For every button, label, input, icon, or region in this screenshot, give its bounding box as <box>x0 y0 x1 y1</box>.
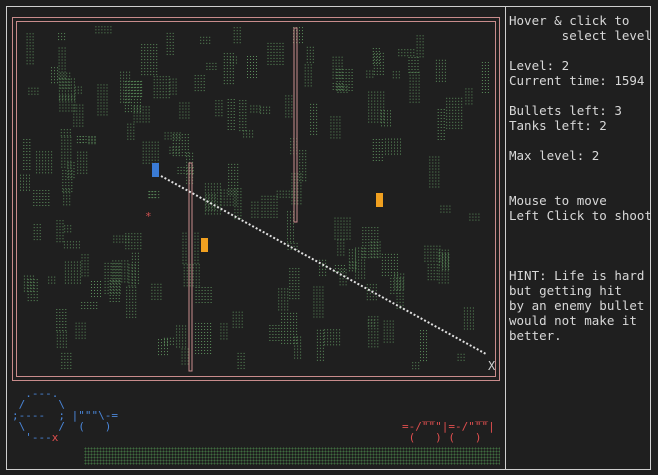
enemy-tank-2 <box>201 238 208 252</box>
max-level-label: Max level: 2 <box>509 148 600 163</box>
target-x-marker: X <box>488 359 496 373</box>
wall-left <box>188 162 193 372</box>
current-time-label: Current time: 1594 <box>509 73 645 88</box>
controls-help: Mouse to move Left Click to shoot <box>509 193 652 223</box>
hint-text: HINT: Life is hard but getting hit by an… <box>509 268 645 343</box>
player-tank <box>152 163 159 177</box>
vegetation-layer <box>20 26 489 370</box>
tanks-left-label: Tanks left: 2 <box>509 118 607 133</box>
level-label: Level: 2 <box>509 58 570 73</box>
player-x-marker: x <box>51 431 59 444</box>
bullets-left-label: Bullets left: 3 <box>509 103 622 118</box>
player-tank-art: .---. / \ ;---- ; |"""\-= \ / ( ) '--- <box>12 387 118 444</box>
ground-strip <box>84 447 500 465</box>
enemy-tank-1 <box>376 193 383 207</box>
player-tank-ascii: .---. / \ ;---- ; |"""\-= \ / ( ) '---x <box>12 388 118 443</box>
star-marker: * <box>145 210 152 223</box>
wall-right <box>293 27 298 223</box>
select-level-hint[interactable]: Hover & click to select level <box>509 13 652 43</box>
enemy-tanks-ascii: __ __ =-/"""|=-/"""| ( ) ( ) <box>402 409 495 444</box>
